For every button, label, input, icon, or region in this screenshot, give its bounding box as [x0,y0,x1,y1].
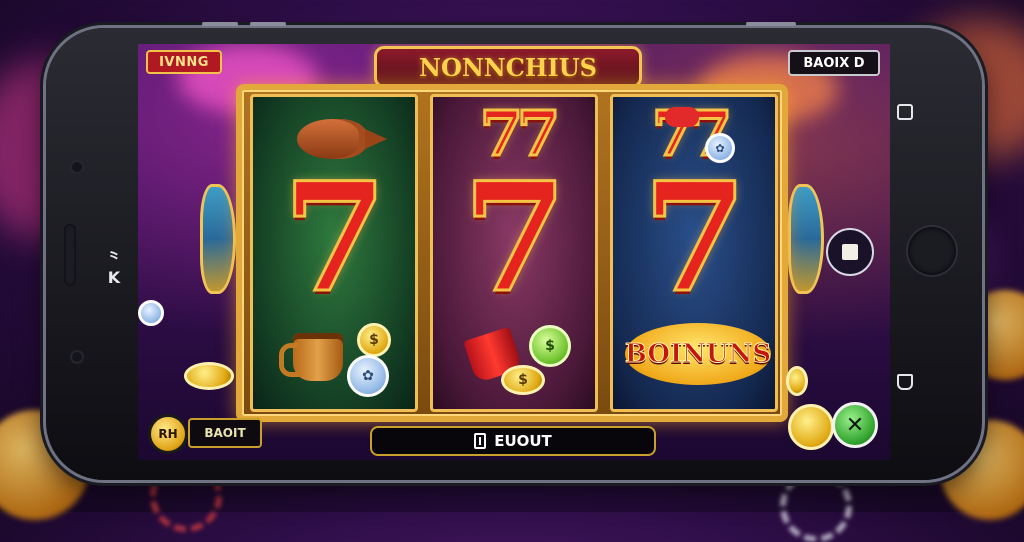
gold-coin-icon: $ [357,323,391,357]
speaker-grille [64,224,76,286]
bet-coin-button[interactable]: RH [148,414,188,454]
game-screen: IVNNG NONNCHIUS BAOIX D 7 $ ✿ 77 7 $ $ 7… [138,44,890,460]
gold-coin-icon [786,366,808,396]
reels-frame: 7 $ ✿ 77 7 $ $ 77 ✿ 7 BOINUNS [236,84,788,422]
reel-1-center-seven: 7 [281,150,388,326]
mode-tag[interactable]: IVNNG [146,50,222,74]
back-nav-icon[interactable] [897,374,913,390]
exit-icon [474,433,487,449]
volume-button[interactable] [250,22,286,26]
fish-tail [365,129,387,149]
left-ornament-icon [200,184,236,294]
right-ornament-icon [788,184,824,294]
pause-button[interactable] [826,228,874,276]
sensor-icon [72,352,82,362]
gold-coin-icon: $ [501,365,545,395]
reel-2-center-seven: 7 [461,150,568,326]
game-title: NONNCHIUS [374,46,642,88]
ribbon-bow-icon [665,107,699,127]
settings-button[interactable]: ✕ [832,402,878,448]
volume-button[interactable] [202,22,238,26]
silver-coin-icon: ✿ [347,355,389,397]
poker-chip-icon [138,300,164,326]
reel-1: 7 $ ✿ [250,94,418,412]
square-nav-icon[interactable] [897,104,913,120]
coin-stack-icon [184,362,234,390]
green-coin-icon: $ [529,325,571,367]
reel-3-center-seven: 7 [641,150,748,326]
spin-button[interactable]: EUOUT [370,426,656,456]
power-button[interactable] [746,22,796,26]
pause-icon [842,244,858,260]
wrench-icon: ✕ [845,412,865,438]
bet-label[interactable]: BAOIT [188,418,262,448]
spin-label: EUOUT [494,432,552,450]
front-camera-icon [72,162,82,172]
mug-handle [279,343,300,377]
mug-icon [279,333,343,381]
phone-brand-logo: ⺀K [105,248,122,287]
reel-2: 77 7 $ $ [430,94,598,412]
gold-coin-icon [788,404,834,450]
background-chip [780,470,852,542]
reel-3: 77 ✿ 7 BOINUNS [610,94,778,412]
bonus-badge: BOINUNS [624,323,772,385]
balance-display: BAOIX D [788,50,880,76]
home-button[interactable] [908,227,956,275]
